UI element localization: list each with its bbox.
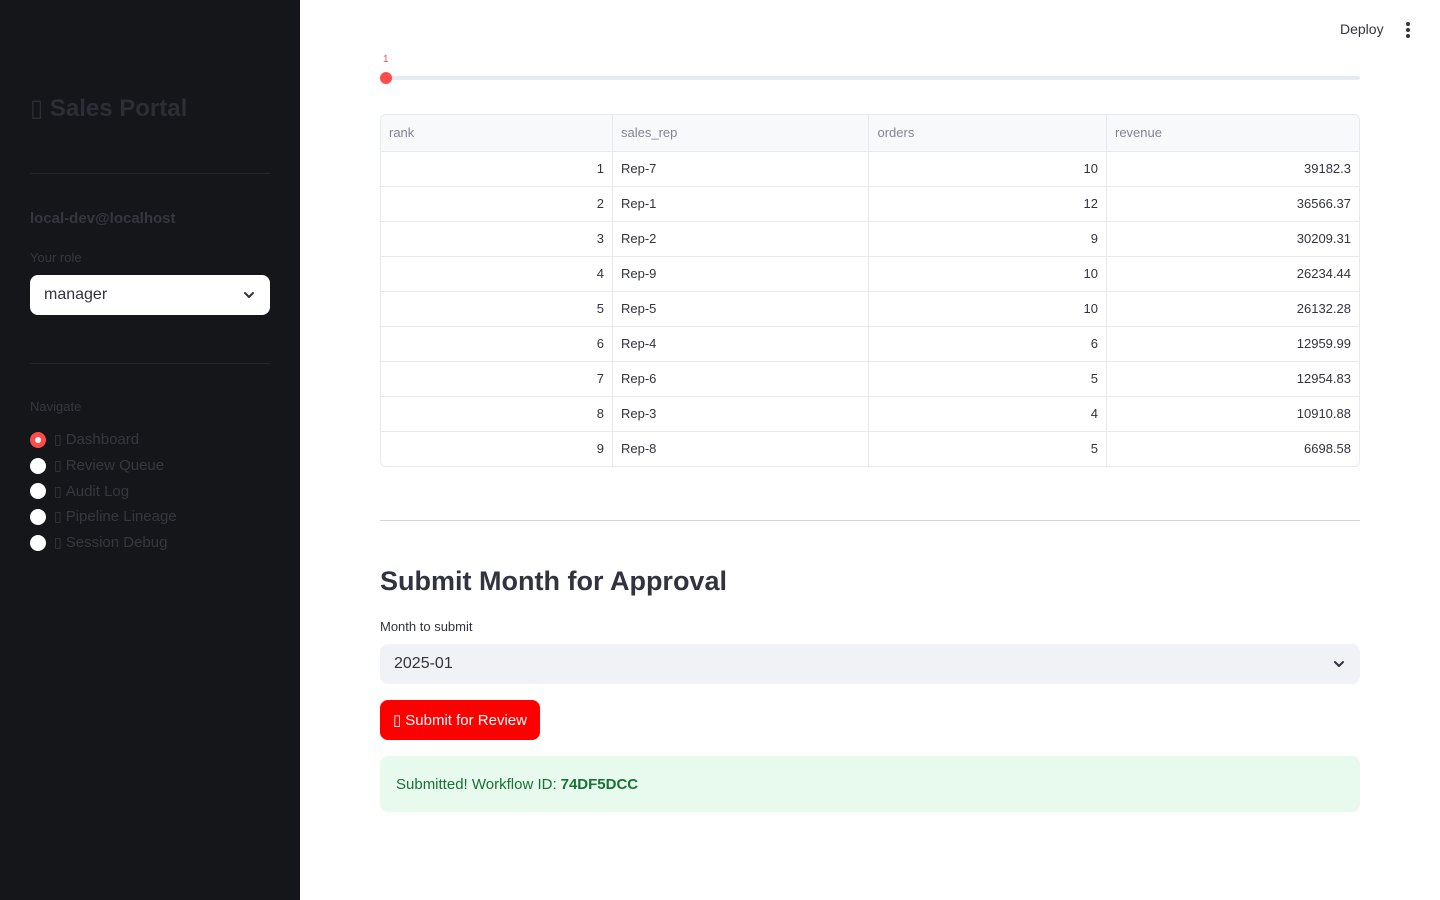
role-select-value: manager bbox=[44, 286, 108, 303]
radio-unselected-icon[interactable] bbox=[30, 483, 46, 500]
radio-unselected-icon[interactable] bbox=[30, 457, 46, 474]
cell-rank: 5 bbox=[381, 291, 613, 327]
dashboard-icon: ▯ bbox=[54, 431, 62, 448]
workflow-id: 74DF5DCC bbox=[560, 775, 639, 793]
radio-unselected-icon[interactable] bbox=[30, 508, 46, 525]
submit-icon: ▯ bbox=[393, 712, 402, 729]
nav-item-session-debug[interactable]: ▯ Session Debug bbox=[30, 530, 177, 556]
nav-item-label: Session Debug bbox=[65, 534, 168, 552]
table-row: 9 Rep-8 5 6698.58 bbox=[381, 431, 1359, 466]
sidebar-divider bbox=[30, 363, 270, 364]
column-header-orders[interactable]: orders bbox=[868, 115, 1107, 152]
cell-rank: 6 bbox=[381, 326, 613, 362]
cell-orders: 4 bbox=[868, 396, 1107, 432]
table-row: 2 Rep-1 12 36566.37 bbox=[381, 186, 1359, 222]
nav-item-label: Pipeline Lineage bbox=[65, 508, 177, 526]
cell-revenue: 26132.28 bbox=[1106, 291, 1359, 327]
session-debug-icon: ▯ bbox=[54, 534, 62, 551]
month-select[interactable]: 2025-01 bbox=[380, 644, 1360, 684]
cell-rank: 9 bbox=[381, 431, 613, 466]
submit-for-review-button[interactable]: ▯ Submit for Review bbox=[380, 700, 540, 740]
section-title: Submit Month for Approval bbox=[380, 566, 727, 596]
column-header-revenue[interactable]: revenue bbox=[1106, 115, 1359, 152]
deploy-button[interactable]: Deploy bbox=[1340, 21, 1384, 37]
cell-sales-rep: Rep-5 bbox=[612, 291, 870, 327]
table-row: 1 Rep-7 10 39182.3 bbox=[381, 151, 1359, 187]
success-alert: Submitted! Workflow ID: 74DF5DCC bbox=[380, 756, 1360, 812]
nav-radio-group: ▯ Dashboard ▯ Review Queue ▯ Audit Log ▯… bbox=[30, 427, 177, 555]
app-title: ▯ Sales Portal bbox=[30, 95, 188, 122]
cell-orders: 5 bbox=[868, 361, 1107, 397]
audit-log-icon: ▯ bbox=[54, 482, 62, 499]
cell-orders: 12 bbox=[868, 186, 1107, 222]
kebab-menu-icon[interactable] bbox=[1402, 20, 1414, 40]
cell-revenue: 12959.99 bbox=[1106, 326, 1359, 362]
month-label: Month to submit bbox=[380, 619, 473, 634]
cell-orders: 10 bbox=[868, 256, 1107, 292]
role-label: Your role bbox=[30, 250, 82, 265]
submit-button-label: Submit for Review bbox=[405, 711, 527, 729]
cell-orders: 6 bbox=[868, 326, 1107, 362]
cell-rank: 4 bbox=[381, 256, 613, 292]
cell-sales-rep: Rep-4 bbox=[612, 326, 870, 362]
leaderboard-table: rank sales_rep orders revenue 1 Rep-7 10… bbox=[380, 114, 1360, 467]
nav-item-pipeline-lineage[interactable]: ▯ Pipeline Lineage bbox=[30, 504, 177, 530]
cell-revenue: 10910.88 bbox=[1106, 396, 1359, 432]
nav-item-review-queue[interactable]: ▯ Review Queue bbox=[30, 453, 177, 479]
cell-sales-rep: Rep-6 bbox=[612, 361, 870, 397]
cell-rank: 7 bbox=[381, 361, 613, 397]
table-row: 7 Rep-6 5 12954.83 bbox=[381, 361, 1359, 397]
radio-selected-icon[interactable] bbox=[30, 431, 46, 448]
cell-revenue: 12954.83 bbox=[1106, 361, 1359, 397]
table-header-row: rank sales_rep orders revenue bbox=[381, 115, 1359, 152]
cell-orders: 10 bbox=[868, 151, 1107, 187]
review-queue-icon: ▯ bbox=[54, 457, 62, 474]
cell-rank: 8 bbox=[381, 396, 613, 432]
nav-item-dashboard[interactable]: ▯ Dashboard bbox=[30, 427, 177, 453]
table-row: 8 Rep-3 4 10910.88 bbox=[381, 396, 1359, 432]
table-row: 6 Rep-4 6 12959.99 bbox=[381, 326, 1359, 362]
cell-sales-rep: Rep-8 bbox=[612, 431, 870, 466]
nav-item-audit-log[interactable]: ▯ Audit Log bbox=[30, 478, 177, 504]
cell-rank: 2 bbox=[381, 186, 613, 222]
nav-item-label: Audit Log bbox=[65, 482, 130, 500]
slider-value: 1 bbox=[383, 54, 389, 65]
user-email: local-dev@localhost bbox=[30, 210, 176, 227]
cell-sales-rep: Rep-9 bbox=[612, 256, 870, 292]
chevron-down-icon bbox=[244, 292, 254, 298]
cell-revenue: 36566.37 bbox=[1106, 186, 1359, 222]
cell-revenue: 39182.3 bbox=[1106, 151, 1359, 187]
slider-track[interactable] bbox=[386, 76, 1360, 80]
cell-rank: 1 bbox=[381, 151, 613, 187]
cell-sales-rep: Rep-3 bbox=[612, 396, 870, 432]
cell-orders: 9 bbox=[868, 221, 1107, 257]
pipeline-lineage-icon: ▯ bbox=[54, 508, 62, 525]
table-row: 3 Rep-2 9 30209.31 bbox=[381, 221, 1359, 257]
chevron-down-icon bbox=[1334, 661, 1344, 667]
table-row: 4 Rep-9 10 26234.44 bbox=[381, 256, 1359, 292]
cell-revenue: 6698.58 bbox=[1304, 441, 1351, 457]
role-select[interactable]: manager bbox=[30, 275, 270, 315]
success-message: Submitted! Workflow ID: bbox=[396, 775, 557, 793]
cell-rank: 3 bbox=[381, 221, 613, 257]
sidebar-divider bbox=[30, 173, 270, 174]
slider-thumb[interactable] bbox=[380, 72, 392, 84]
cell-revenue: 30209.31 bbox=[1106, 221, 1359, 257]
sidebar: ▯ Sales Portal local-dev@localhost Your … bbox=[0, 0, 300, 900]
column-header-rank[interactable]: rank bbox=[381, 115, 613, 152]
cell-orders: 10 bbox=[868, 291, 1107, 327]
month-select-value: 2025-01 bbox=[394, 655, 453, 672]
section-divider bbox=[380, 520, 1360, 521]
table-row: 5 Rep-5 10 26132.28 bbox=[381, 291, 1359, 327]
nav-item-label: Dashboard bbox=[65, 431, 140, 449]
cell-sales-rep: Rep-2 bbox=[612, 221, 870, 257]
nav-item-label: Review Queue bbox=[65, 457, 165, 475]
radio-unselected-icon[interactable] bbox=[30, 534, 46, 551]
cell-revenue: 26234.44 bbox=[1106, 256, 1359, 292]
cell-sales-rep: Rep-7 bbox=[612, 151, 870, 187]
column-header-sales-rep[interactable]: sales_rep bbox=[612, 115, 870, 152]
cell-sales-rep: Rep-1 bbox=[612, 186, 870, 222]
nav-label: Navigate bbox=[30, 399, 82, 414]
cell-orders: 5 bbox=[868, 431, 1107, 466]
